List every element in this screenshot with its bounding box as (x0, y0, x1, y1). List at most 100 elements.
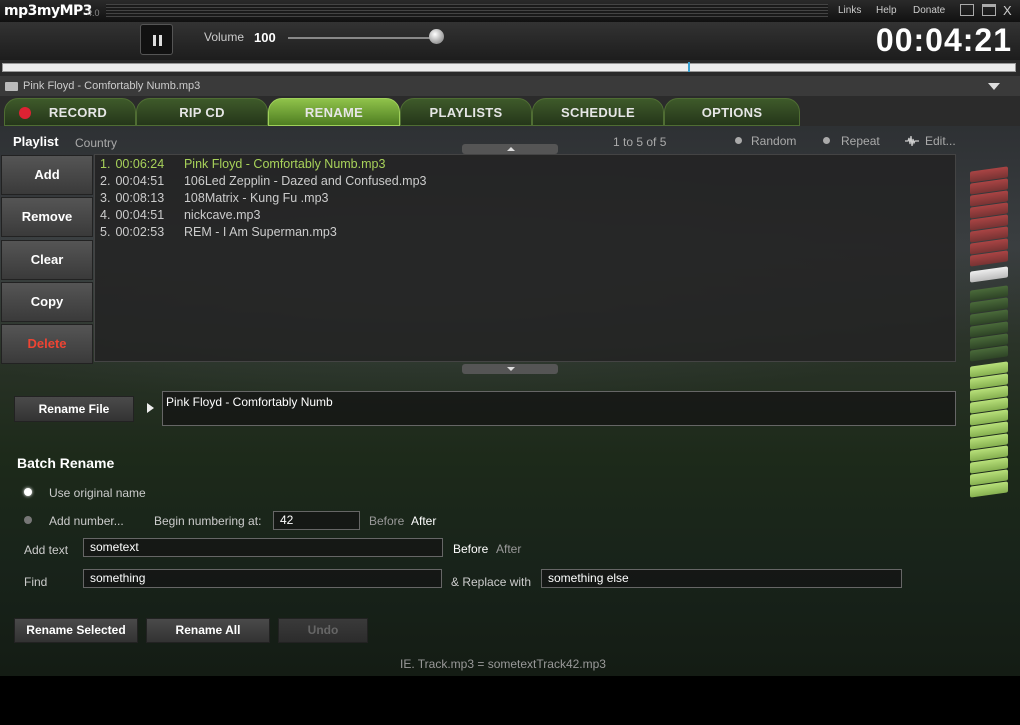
pause-icon-bar (159, 35, 162, 46)
add-text-label: Add text (24, 543, 69, 557)
play-arrow-icon (147, 403, 154, 413)
rename-all-button[interactable]: Rename All (146, 618, 270, 643)
maximize-icon[interactable] (982, 4, 996, 16)
rename-file-button[interactable]: Rename File (14, 396, 134, 422)
rename-filename-field[interactable]: Pink Floyd - Comfortably Numb (162, 391, 956, 426)
level-peak-marker (970, 266, 1008, 283)
volume-value: 100 (254, 30, 276, 45)
now-playing-bar: Pink Floyd - Comfortably Numb.mp3 (0, 76, 1020, 96)
add-number-radio[interactable] (24, 516, 32, 524)
use-original-label[interactable]: Use original name (49, 486, 146, 500)
track-list[interactable]: 1. 00:06:24 Pink Floyd - Comfortably Num… (94, 154, 956, 362)
tab-playlists[interactable]: PLAYLISTS (400, 98, 532, 126)
tab-schedule-label: SCHEDULE (561, 105, 635, 120)
replace-label: & Replace with (451, 575, 532, 589)
list-item[interactable]: 4. 00:04:51 nickcave.mp3 (100, 208, 260, 225)
track-range: 1 to 5 of 5 (613, 135, 667, 149)
seek-bar-container (0, 60, 1020, 76)
elapsed-time: 00:04:21 (875, 22, 1012, 58)
list-item[interactable]: 3. 00:08:13 108Matrix - Kung Fu .mp3 (100, 191, 328, 208)
begin-numbering-label: Begin numbering at: (154, 514, 262, 528)
edit-link[interactable]: Edit... (925, 134, 956, 148)
track-number: 4. (100, 208, 111, 222)
status-area (0, 676, 1020, 725)
find-field[interactable]: something (83, 569, 442, 588)
chevron-down-icon[interactable] (988, 83, 1000, 90)
copy-button[interactable]: Copy (1, 282, 93, 322)
folder-icon[interactable] (5, 82, 18, 91)
list-item[interactable]: 5. 00:02:53 REM - I Am Superman.mp3 (100, 225, 337, 242)
begin-numbering-field[interactable]: 42 (273, 511, 360, 530)
help-link[interactable]: Help (876, 5, 897, 16)
list-item[interactable]: 1. 00:06:24 Pink Floyd - Comfortably Num… (100, 157, 385, 174)
main-tabs: RECORD RIP CD RENAME PLAYLISTS SCHEDULE … (0, 96, 1020, 126)
clear-button[interactable]: Clear (1, 240, 93, 280)
title-drag-area[interactable] (106, 4, 828, 17)
track-name: 106Led Zepplin - Dazed and Confused.mp3 (183, 174, 427, 188)
close-button[interactable]: X (1003, 3, 1012, 18)
add-text-field[interactable]: sometext (83, 538, 443, 557)
mini-mode-icon[interactable] (960, 4, 974, 16)
track-duration: 00:02:53 (115, 225, 165, 239)
donate-link[interactable]: Donate (913, 5, 945, 16)
rename-example: IE. Track.mp3 = sometextTrack42.mp3 (400, 657, 606, 671)
undo-button[interactable]: Undo (278, 618, 368, 643)
pause-button[interactable] (140, 24, 173, 55)
volume-slider[interactable] (288, 37, 438, 39)
add-number-label[interactable]: Add number... (49, 514, 124, 528)
tab-options-label: OPTIONS (701, 105, 763, 120)
waveform-icon[interactable] (905, 136, 919, 146)
track-number: 1. (100, 157, 111, 171)
track-number: 5. (100, 225, 111, 239)
track-number: 2. (100, 174, 111, 188)
links-link[interactable]: Links (838, 5, 861, 16)
find-label: Find (24, 575, 48, 589)
repeat-toggle[interactable]: Repeat (841, 134, 880, 148)
random-dot-icon[interactable] (735, 137, 742, 144)
tab-rename[interactable]: RENAME (268, 98, 400, 126)
rename-panel: Playlist Country 1 to 5 of 5 Random Repe… (0, 126, 1020, 676)
pause-icon (153, 35, 156, 46)
tab-options[interactable]: OPTIONS (664, 98, 800, 126)
text-before-option[interactable]: Before (453, 542, 488, 556)
transport-bar: Volume 100 00:04:21 (0, 22, 1020, 60)
tab-rename-label: RENAME (304, 105, 364, 120)
playlist-scroll-up[interactable] (462, 144, 558, 154)
record-dot-icon (19, 107, 31, 119)
track-name: REM - I Am Superman.mp3 (183, 225, 337, 239)
tab-playlists-label: PLAYLISTS (429, 105, 503, 120)
track-duration: 00:04:51 (115, 174, 165, 188)
playlist-name[interactable]: Country (75, 136, 117, 150)
text-after-option[interactable]: After (496, 542, 521, 556)
delete-button[interactable]: Delete (1, 324, 93, 364)
playlist-scroll-down[interactable] (462, 364, 558, 374)
seek-bar[interactable] (2, 63, 1016, 72)
now-playing-title: Pink Floyd - Comfortably Numb.mp3 (23, 80, 201, 92)
number-before-option[interactable]: Before (369, 514, 404, 528)
rename-selected-button[interactable]: Rename Selected (14, 618, 138, 643)
track-name: Pink Floyd - Comfortably Numb.mp3 (183, 157, 386, 171)
tab-schedule[interactable]: SCHEDULE (532, 98, 664, 126)
track-name: 108Matrix - Kung Fu .mp3 (183, 191, 329, 205)
random-toggle[interactable]: Random (751, 134, 796, 148)
tab-record-label: RECORD (48, 105, 108, 120)
volume-slider-knob[interactable] (429, 29, 444, 44)
add-button[interactable]: Add (1, 155, 93, 195)
track-name: nickcave.mp3 (183, 208, 261, 222)
repeat-dot-icon[interactable] (823, 137, 830, 144)
title-bar: mp3myMP3 4.0 Links Help Donate X (0, 0, 1020, 22)
track-duration: 00:04:51 (115, 208, 165, 222)
tab-rip-cd[interactable]: RIP CD (136, 98, 268, 126)
app-version: 4.0 (87, 8, 100, 18)
list-item[interactable]: 2. 00:04:51 106Led Zepplin - Dazed and C… (100, 174, 427, 191)
tab-record[interactable]: RECORD (4, 98, 136, 126)
batch-rename-title: Batch Rename (17, 455, 115, 471)
use-original-radio[interactable] (24, 488, 32, 496)
app-logo: mp3myMP3 (4, 3, 93, 19)
volume-label: Volume (204, 30, 245, 44)
remove-button[interactable]: Remove (1, 197, 93, 237)
number-after-option[interactable]: After (411, 514, 436, 528)
track-duration: 00:06:24 (115, 157, 165, 171)
seek-position-marker[interactable] (688, 62, 690, 72)
replace-field[interactable]: something else (541, 569, 902, 588)
